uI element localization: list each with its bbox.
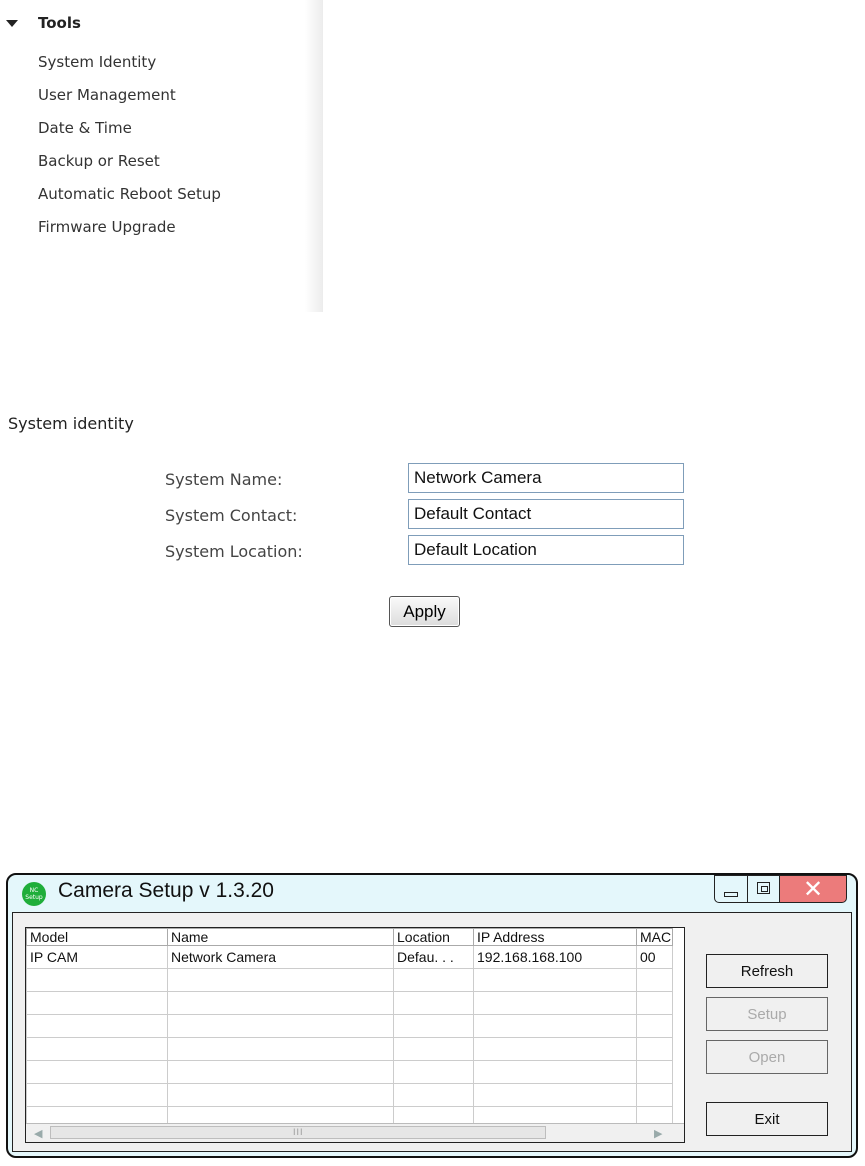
column-header-ip-address[interactable]: IP Address (473, 928, 637, 946)
system-identity-title: System identity (8, 414, 134, 433)
table-row-empty (26, 1083, 673, 1107)
system-name-input[interactable] (408, 463, 684, 493)
scroll-thumb[interactable]: III (50, 1126, 546, 1139)
close-button[interactable]: ✕ (779, 875, 847, 903)
scroll-grip-icon: III (293, 1127, 304, 1137)
app-logo-text-top: NC (29, 887, 39, 894)
open-button[interactable]: Open (706, 1040, 828, 1074)
cell-mac: 00 (636, 945, 673, 969)
table-header-row: Model Name Location IP Address MAC (26, 928, 673, 946)
minimize-icon (724, 892, 738, 897)
app-logo-text-bottom: Setup (25, 894, 43, 901)
table-row-empty (26, 1060, 673, 1084)
scroll-right-arrow-icon[interactable]: ▶ (654, 1127, 662, 1140)
sidebar-shade (305, 0, 323, 312)
device-table: Model Name Location IP Address MAC IP CA… (26, 928, 673, 1130)
system-name-label: System Name: (165, 470, 283, 489)
menu-item-automatic-reboot[interactable]: Automatic Reboot Setup (38, 183, 221, 216)
device-list[interactable]: Model Name Location IP Address MAC IP CA… (25, 927, 685, 1143)
window-client-area: Model Name Location IP Address MAC IP CA… (12, 912, 852, 1152)
system-location-input[interactable] (408, 535, 684, 565)
menu-item-date-time[interactable]: Date & Time (38, 117, 221, 150)
camera-setup-window: NC Setup Camera Setup v 1.3.20 ✕ Model N… (6, 873, 858, 1158)
maximize-button[interactable] (747, 875, 780, 903)
window-titlebar[interactable]: NC Setup Camera Setup v 1.3.20 ✕ (8, 875, 856, 913)
system-location-label: System Location: (165, 542, 303, 561)
cell-location: Defau. . . (393, 945, 474, 969)
close-icon: ✕ (802, 875, 824, 903)
system-contact-input[interactable] (408, 499, 684, 529)
cell-model: IP CAM (26, 945, 168, 969)
system-contact-label: System Contact: (165, 506, 298, 525)
table-row-empty (26, 1037, 673, 1061)
menu-item-user-management[interactable]: User Management (38, 84, 221, 117)
tools-sidebar: Tools System Identity User Management Da… (0, 0, 323, 312)
column-header-name[interactable]: Name (167, 928, 394, 946)
app-logo-icon: NC Setup (22, 882, 46, 906)
expand-triangle-icon[interactable] (6, 20, 18, 27)
tools-menu: System Identity User Management Date & T… (38, 51, 221, 249)
horizontal-scrollbar[interactable]: ◀ III ▶ (26, 1123, 684, 1142)
window-title: Camera Setup v 1.3.20 (58, 879, 274, 902)
menu-item-firmware-upgrade[interactable]: Firmware Upgrade (38, 216, 221, 249)
table-row-empty (26, 991, 673, 1015)
table-row-empty (26, 968, 673, 992)
column-header-mac[interactable]: MAC (636, 928, 673, 946)
cell-name: Network Camera (167, 945, 394, 969)
maximize-icon (757, 882, 770, 894)
apply-button[interactable]: Apply (389, 596, 460, 627)
menu-item-system-identity[interactable]: System Identity (38, 51, 221, 84)
column-header-location[interactable]: Location (393, 928, 474, 946)
table-row-empty (26, 1014, 673, 1038)
setup-button[interactable]: Setup (706, 997, 828, 1031)
cell-ip-address: 192.168.168.100 (473, 945, 637, 969)
tools-section-title: Tools (38, 14, 81, 32)
minimize-button[interactable] (714, 875, 748, 903)
column-header-model[interactable]: Model (26, 928, 168, 946)
refresh-button[interactable]: Refresh (706, 954, 828, 988)
table-row[interactable]: IP CAM Network Camera Defau. . . 192.168… (26, 945, 673, 969)
tools-section-header[interactable]: Tools (6, 14, 81, 32)
menu-item-backup-reset[interactable]: Backup or Reset (38, 150, 221, 183)
exit-button[interactable]: Exit (706, 1102, 828, 1136)
scroll-left-arrow-icon[interactable]: ◀ (34, 1127, 42, 1140)
